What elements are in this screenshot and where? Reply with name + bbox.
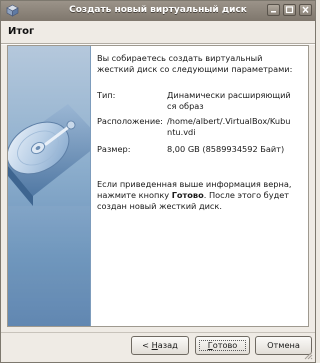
minimize-button[interactable] (267, 4, 280, 16)
param-value-type: Динамически расширяющийся образ (167, 90, 291, 111)
back-prefix: < (142, 340, 152, 350)
maximize-button[interactable] (283, 4, 296, 16)
close-icon (302, 6, 309, 13)
back-label: азад (157, 340, 178, 350)
back-button[interactable]: < Назад (131, 336, 189, 355)
wizard-content: Вы собираетесь создать виртуальный жестк… (7, 45, 309, 327)
close-button[interactable] (299, 4, 312, 16)
resize-grip-icon[interactable] (303, 350, 313, 360)
page-header: Итог (1, 21, 315, 42)
focus-ring (199, 340, 246, 351)
summary-intro: Вы собираетесь создать виртуальный жестк… (97, 53, 293, 74)
finish-button[interactable]: Готово (195, 336, 250, 355)
cancel-label: Отмена (267, 340, 300, 350)
param-label-location: Расположение: (97, 116, 163, 126)
wizard-sidebar-image (8, 46, 91, 326)
param-label-size: Размер: (97, 144, 131, 154)
summary-outro: Если приведенная выше информация верна, … (97, 179, 302, 212)
param-value-location: /home/albert/.VirtualBox/Kubuntu.vdi (167, 116, 291, 137)
page-title: Итог (8, 26, 35, 37)
maximize-icon (285, 6, 294, 14)
hard-disk-icon (8, 104, 90, 326)
outro-finish-word: Готово (171, 190, 204, 200)
title-bar[interactable]: Создать новый виртуальный диск (1, 1, 315, 22)
param-label-type: Тип: (97, 90, 116, 100)
button-separator (1, 332, 315, 333)
dialog-window: Создать новый виртуальный диск Итог Вы с… (0, 0, 316, 363)
minimize-icon (271, 11, 276, 13)
param-value-size: 8,00 GB (8589934592 Байт) (167, 144, 285, 154)
